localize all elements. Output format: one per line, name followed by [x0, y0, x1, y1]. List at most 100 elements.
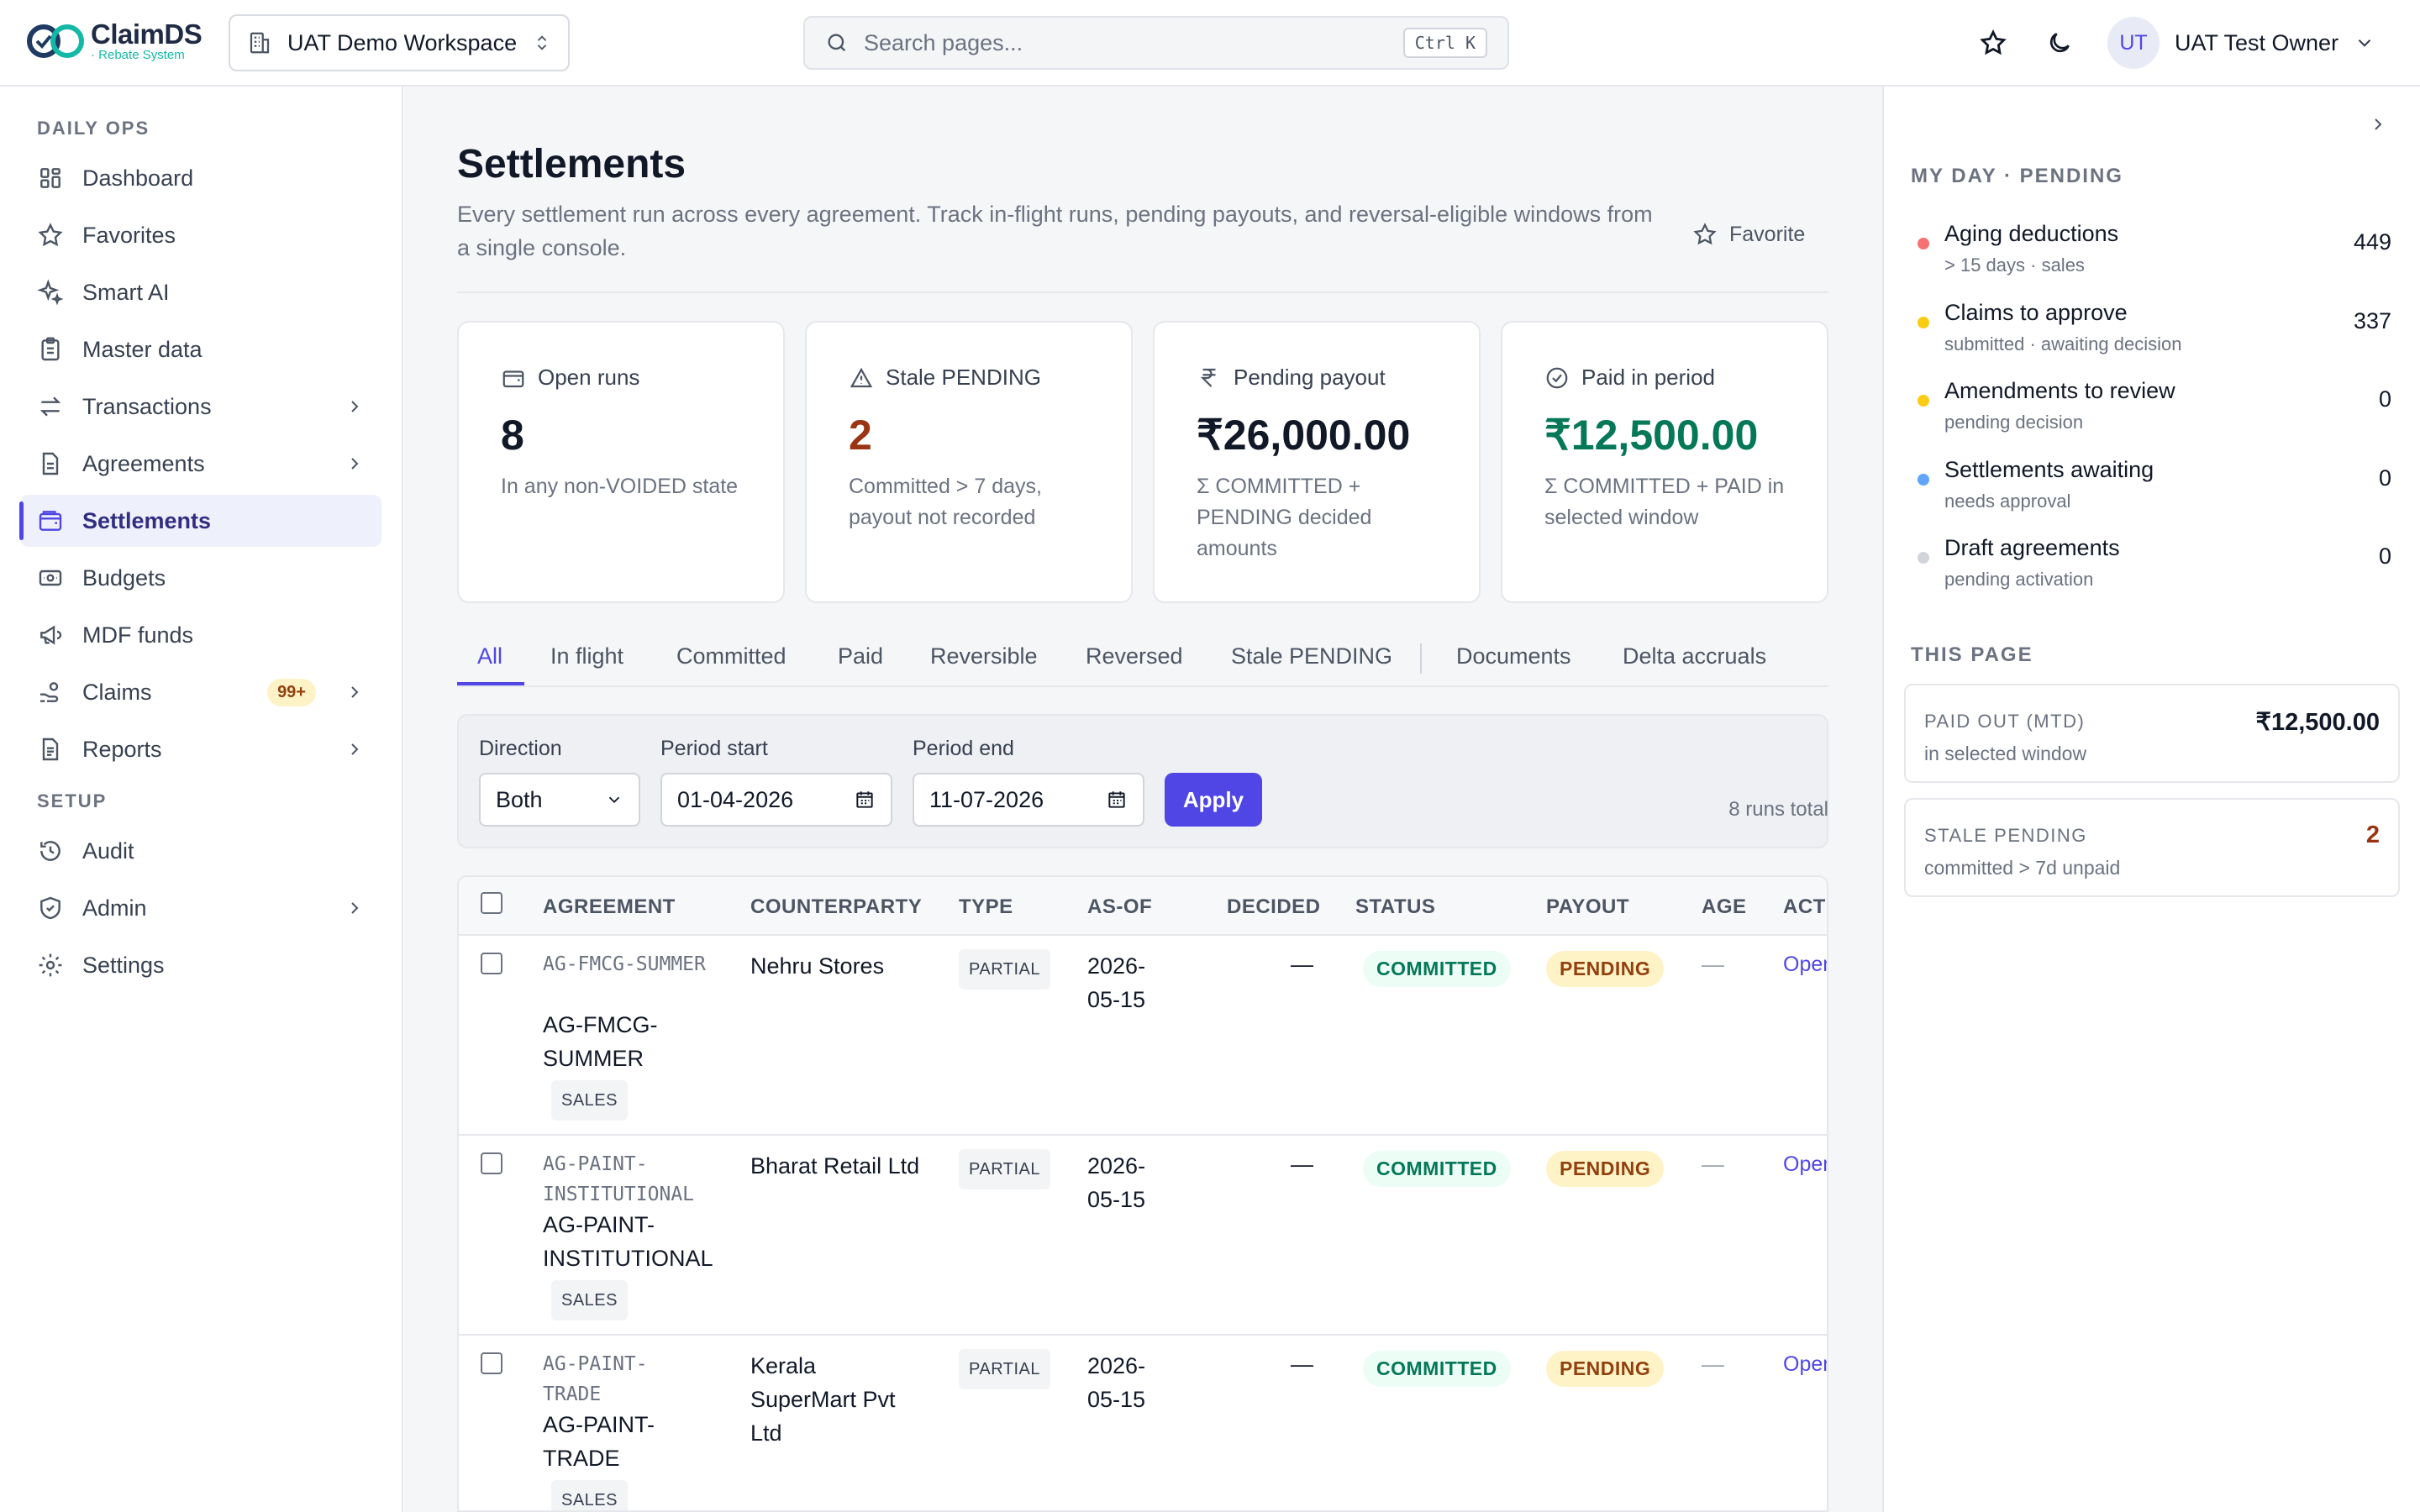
- workspace-switcher[interactable]: UAT Demo Workspace: [229, 14, 570, 71]
- tab-delta-accruals[interactable]: Delta accruals: [1623, 643, 1766, 669]
- active-tab-indicator: [457, 682, 524, 685]
- chevron-down-icon: [608, 796, 620, 804]
- star-icon: [1980, 29, 2007, 55]
- chevron-right-icon: [351, 686, 359, 698]
- card-description: Committed > 7 days, payout not recorded: [849, 475, 1042, 529]
- theme-toggle-button[interactable]: [2043, 26, 2076, 60]
- item-subtitle: pending decision: [1944, 412, 2084, 433]
- sidebar-item-dashboard[interactable]: Dashboard: [20, 152, 381, 204]
- my-day-item-claims-to-approve[interactable]: Claims to approve submitted · awaiting d…: [1911, 300, 2391, 367]
- tab-separator: [1420, 643, 1422, 674]
- period-start-input[interactable]: 01-04-2026: [660, 773, 892, 827]
- row-checkbox[interactable]: [481, 1152, 502, 1174]
- star-icon: [1693, 223, 1717, 245]
- sidebar-item-settings[interactable]: Settings: [20, 939, 381, 991]
- table-row[interactable]: AG-PAINT-TRADE AG-PAINT-TRADE SALES Kera…: [459, 1336, 1827, 1510]
- col-agreement[interactable]: AGREEMENT: [543, 895, 676, 919]
- sidebar-item-transactions[interactable]: Transactions: [20, 381, 381, 433]
- open-link[interactable]: Open: [1783, 953, 1827, 977]
- period-end-input[interactable]: 11-07-2026: [913, 773, 1144, 827]
- chevron-down-icon: [2358, 39, 2371, 47]
- row-checkbox[interactable]: [481, 953, 502, 974]
- col-type[interactable]: TYPE: [959, 895, 1013, 919]
- sidebar-item-claims[interactable]: Claims 99+: [20, 666, 381, 718]
- sidebar-item-smart-ai[interactable]: Smart AI: [20, 266, 381, 318]
- tab-reversible[interactable]: Reversible: [930, 643, 1038, 669]
- scope-chip: SALES: [551, 1280, 628, 1320]
- collapse-panel-button[interactable]: [2368, 114, 2388, 140]
- col-counterparty[interactable]: COUNTERPARTY: [750, 895, 922, 919]
- table-row[interactable]: AG-PAINT-INSTITUTIONAL AG-PAINT-INSTITUT…: [459, 1136, 1827, 1336]
- top-bar: ClaimDS · Rebate System UAT Demo Workspa…: [0, 0, 2420, 87]
- star-icon: [38, 223, 63, 247]
- page-title: Settlements: [457, 142, 687, 186]
- tab-all[interactable]: All: [477, 643, 502, 669]
- favorite-button[interactable]: Favorite: [1692, 222, 1805, 247]
- sidebar-item-admin[interactable]: Admin: [20, 882, 381, 934]
- col-payout[interactable]: PAYOUT: [1546, 895, 1629, 919]
- type-chip: PARTIAL: [959, 949, 1051, 990]
- open-link[interactable]: Open: [1783, 1352, 1827, 1377]
- col-status[interactable]: STATUS: [1355, 895, 1435, 919]
- scope-cell: SALES: [551, 1280, 628, 1320]
- select-all-checkbox[interactable]: [481, 892, 502, 914]
- counterparty: Bharat Retail Ltd: [750, 1153, 920, 1179]
- my-day-item-amendments[interactable]: Amendments to review pending decision 0: [1911, 378, 2391, 445]
- apply-button[interactable]: Apply: [1165, 773, 1262, 827]
- status-badge: COMMITTED: [1363, 1351, 1511, 1387]
- type-cell: PARTIAL: [959, 949, 1051, 990]
- scope-cell: SALES: [551, 1480, 628, 1510]
- col-as-of[interactable]: AS-OF: [1087, 895, 1152, 919]
- table-row[interactable]: AG-FMCG-SUMMER AG-FMCG-SUMMER SALES Nehr…: [459, 936, 1827, 1136]
- card-label: Paid in period: [1581, 365, 1715, 390]
- tab-committed[interactable]: Committed: [676, 643, 786, 669]
- card-description: In any non-VOIDED state: [501, 475, 739, 498]
- payout-badge: PENDING: [1546, 1151, 1665, 1187]
- item-subtitle: > 15 days · sales: [1944, 255, 2085, 276]
- decided-amount: —: [1291, 1152, 1313, 1177]
- favorites-star-button[interactable]: [1976, 26, 2010, 60]
- sidebar-item-agreements[interactable]: Agreements: [20, 438, 381, 490]
- report-icon: [42, 738, 59, 761]
- sidebar-item-settlements[interactable]: Settlements: [19, 495, 381, 547]
- col-decided[interactable]: DECIDED: [1227, 895, 1321, 919]
- stat-title: PAID OUT (MTD): [1924, 711, 2086, 732]
- calendar-icon: [856, 791, 873, 808]
- search-bar[interactable]: Search pages... Ctrl K: [803, 16, 1509, 70]
- status-dot: [1918, 238, 1929, 249]
- tab-in-flight[interactable]: In flight: [550, 643, 623, 669]
- sidebar-item-budgets[interactable]: Budgets: [20, 552, 381, 604]
- row-checkbox[interactable]: [481, 1352, 502, 1374]
- status-dot: [1918, 395, 1929, 407]
- chevron-right-icon: [2375, 118, 2382, 130]
- app-logo[interactable]: ClaimDS · Rebate System: [25, 20, 203, 62]
- tab-stale-pending[interactable]: Stale PENDING: [1231, 643, 1392, 669]
- sidebar-item-mdf-funds[interactable]: MDF funds: [20, 609, 381, 661]
- my-day-item-settlements-awaiting[interactable]: Settlements awaiting needs approval 0: [1911, 457, 2391, 524]
- decided-amount: —: [1291, 1352, 1313, 1377]
- agreement-code: AG-PAINT-INSTITUTIONAL: [543, 1153, 695, 1205]
- sidebar-item-master-data[interactable]: Master data: [20, 323, 381, 375]
- runs-total: 8 runs total: [1728, 798, 1828, 821]
- search-input[interactable]: Search pages...: [864, 30, 1388, 56]
- my-day-item-aging-deductions[interactable]: Aging deductions > 15 days · sales 449: [1911, 221, 2391, 288]
- direction-value: Both: [496, 786, 543, 812]
- period-end-value: 11-07-2026: [929, 786, 1044, 812]
- direction-label: Direction: [479, 737, 562, 760]
- sidebar-item-favorites[interactable]: Favorites: [20, 209, 381, 261]
- status-badge: COMMITTED: [1363, 1151, 1511, 1187]
- sidebar-item-reports[interactable]: Reports: [20, 723, 381, 775]
- tab-documents[interactable]: Documents: [1456, 643, 1571, 669]
- sidebar-item-label: Budgets: [82, 564, 166, 591]
- direction-select[interactable]: Both: [479, 773, 640, 827]
- search-shortcut: Ctrl K: [1402, 28, 1487, 58]
- item-subtitle: pending activation: [1944, 569, 2094, 590]
- col-age[interactable]: AGE: [1702, 895, 1747, 919]
- open-link[interactable]: Open: [1783, 1152, 1827, 1177]
- user-name: UAT Test Owner: [2175, 29, 2339, 55]
- sidebar-item-audit[interactable]: Audit: [20, 825, 381, 877]
- my-day-item-draft-agreements[interactable]: Draft agreements pending activation 0: [1911, 535, 2391, 602]
- user-menu[interactable]: UT UAT Test Owner: [2107, 16, 2375, 70]
- tab-reversed[interactable]: Reversed: [1086, 643, 1183, 669]
- tab-paid[interactable]: Paid: [838, 643, 883, 669]
